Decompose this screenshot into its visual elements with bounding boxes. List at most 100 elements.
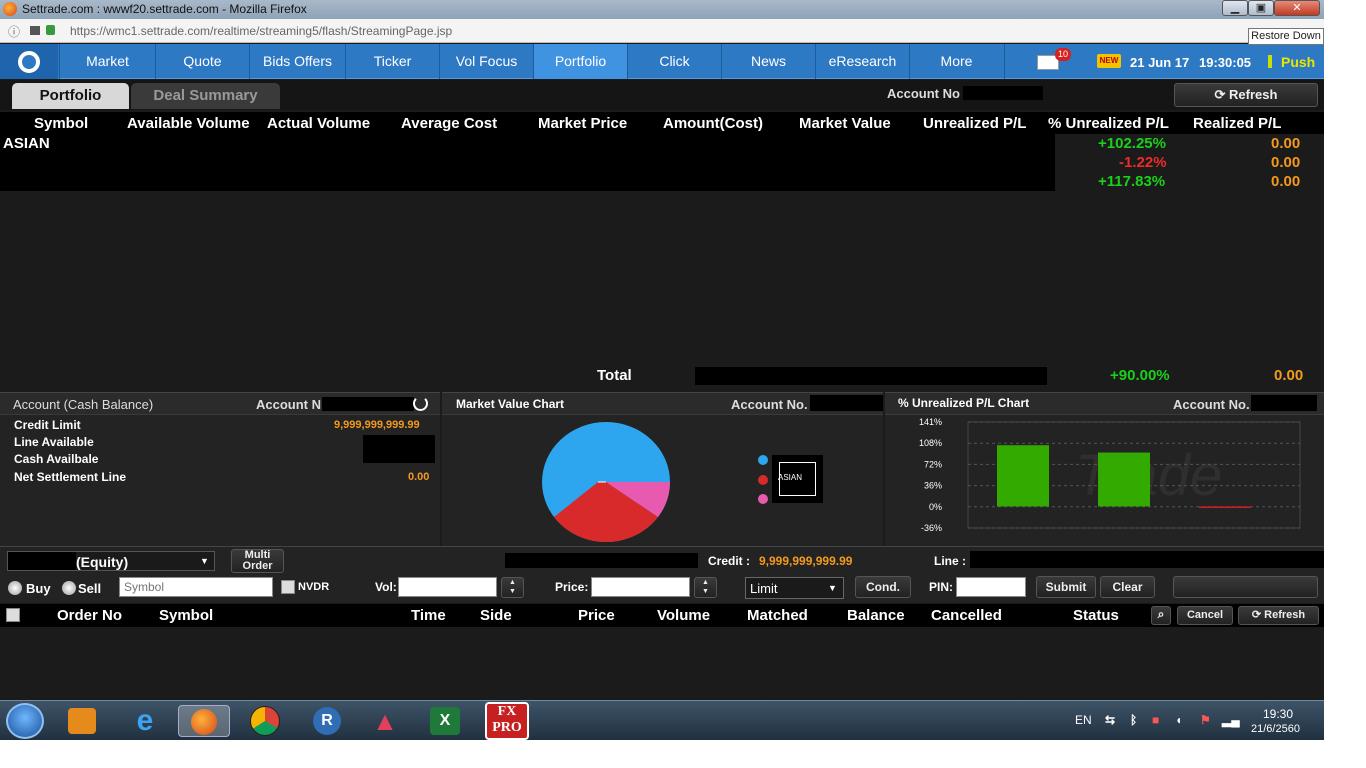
internet-explorer-icon[interactable]: e (128, 705, 162, 737)
total-realized: 0.00 (1274, 367, 1304, 384)
vol-stepper[interactable]: ▲ ▼ (501, 577, 524, 598)
nav-item-quote[interactable]: Quote (155, 44, 249, 79)
info-icon[interactable]: ⓘ (8, 23, 20, 40)
bar[interactable] (997, 445, 1049, 507)
total-label: Total (597, 367, 632, 384)
order-type-select[interactable]: Limit ▼ (745, 577, 844, 599)
column-header[interactable]: Amount(Cost) (663, 115, 763, 132)
order-column-header[interactable]: Volume (657, 607, 710, 624)
total-redacted (695, 367, 1047, 385)
nvdr-checkbox[interactable] (281, 580, 295, 594)
language-indicator[interactable]: EN (1075, 713, 1092, 727)
nav-item-news[interactable]: News (721, 44, 815, 79)
order-column-header[interactable]: Symbol (159, 607, 213, 624)
nav-item-vol-focus[interactable]: Vol Focus (439, 44, 533, 79)
fxpro-icon[interactable]: FX PRO (485, 702, 529, 740)
order-column-header[interactable]: Order No (57, 607, 122, 624)
bar[interactable] (1098, 452, 1150, 507)
column-header[interactable]: Realized P/L (1193, 115, 1281, 132)
firefox-taskbar-icon[interactable] (178, 705, 230, 737)
column-header[interactable]: Symbol (34, 115, 88, 132)
orders-refresh-button[interactable]: ⟳ Refresh (1238, 606, 1319, 625)
bluetooth-icon[interactable]: ᛒ (1130, 713, 1137, 727)
order-column-header[interactable]: Cancelled (931, 607, 1002, 624)
bar[interactable] (1199, 506, 1251, 508)
cash-refresh-icon[interactable] (413, 396, 428, 411)
tab-deal-summary[interactable]: Deal Summary (131, 83, 280, 109)
line-available-redacted (363, 435, 435, 463)
column-header[interactable]: Available Volume (127, 115, 250, 132)
url-text[interactable]: https://wmc1.settrade.com/realtime/strea… (70, 24, 452, 38)
column-header[interactable]: Actual Volume (267, 115, 370, 132)
order-column-header[interactable]: Balance (847, 607, 905, 624)
close-button[interactable]: ✕ (1274, 0, 1320, 16)
portfolio-table-body: ASIAN +102.25% 0.00 -1.22% 0.00 +117.83%… (0, 134, 1324, 390)
mv-chart-header: Market Value Chart Account No. (442, 393, 883, 415)
clear-button[interactable]: Clear (1100, 576, 1155, 598)
pl-bar-chart[interactable]: Trade 141%108%72%36%0%-36% (885, 415, 1324, 545)
cash-balance-panel: Account (Cash Balance) Account N Credit … (0, 392, 440, 546)
table-row[interactable]: ASIAN +102.25% 0.00 (0, 134, 1324, 153)
clock-time[interactable]: 19:30 (1263, 707, 1293, 721)
network-icon[interactable]: ⇆ (1105, 713, 1115, 727)
order-column-header[interactable]: Matched (747, 607, 808, 624)
buy-radio[interactable] (8, 581, 22, 595)
account-select[interactable]: (Equity) ▼ (7, 551, 215, 571)
pin-input[interactable] (956, 577, 1026, 597)
column-header[interactable]: Unrealized P/L (923, 115, 1026, 132)
order-column-header[interactable]: Price (578, 607, 615, 624)
column-header[interactable]: Market Value (799, 115, 891, 132)
price-stepper[interactable]: ▲ ▼ (694, 577, 717, 598)
order-column-header[interactable]: Status (1073, 607, 1119, 624)
push-label[interactable]: Push (1281, 54, 1315, 70)
column-header[interactable]: Average Cost (401, 115, 497, 132)
nav-item-portfolio[interactable]: Portfolio (533, 44, 627, 79)
mail-button[interactable]: 10 (1004, 44, 1088, 79)
clock-date[interactable]: 21/6/2560 (1251, 723, 1300, 735)
nav-item-click[interactable]: Click (627, 44, 721, 79)
restore-button[interactable]: ▣ (1248, 0, 1274, 16)
settrade-logo[interactable] (0, 44, 58, 79)
order-column-header[interactable]: Side (480, 607, 512, 624)
chrome-icon[interactable] (250, 706, 280, 736)
price-input[interactable] (591, 577, 690, 597)
flag-icon[interactable]: ⚑ (1200, 713, 1211, 727)
column-header[interactable]: % Unrealized P/L (1048, 115, 1169, 132)
security-icon[interactable]: ■ (1152, 713, 1159, 727)
nav-item-more[interactable]: More (909, 44, 1003, 79)
symbol-input[interactable] (119, 577, 273, 597)
media-player-icon[interactable] (68, 708, 96, 734)
tab-portfolio[interactable]: Portfolio (12, 83, 129, 109)
sell-label[interactable]: Sell (78, 581, 101, 596)
price-label: Price: (555, 580, 589, 594)
market-value-pie[interactable] (540, 419, 672, 543)
nav-item-eresearch[interactable]: eResearch (815, 44, 909, 79)
nav-item-bids-offers[interactable]: Bids Offers (249, 44, 345, 79)
address-bar[interactable]: ⓘ https://wmc1.settrade.com/realtime/str… (0, 19, 1324, 43)
minimize-button[interactable]: ▁ (1222, 0, 1248, 16)
table-row[interactable]: +117.83% 0.00 (0, 172, 1324, 191)
column-header[interactable]: Market Price (538, 115, 627, 132)
table-row[interactable]: -1.22% 0.00 (0, 153, 1324, 172)
buy-label[interactable]: Buy (26, 581, 51, 596)
nav-item-ticker[interactable]: Ticker (345, 44, 439, 79)
triangle-app-icon[interactable]: ▲ (368, 705, 402, 737)
start-button-icon[interactable] (6, 703, 44, 739)
volume-icon[interactable]: ◖ (1175, 713, 1182, 727)
multi-order-button[interactable]: Multi Order (231, 549, 284, 573)
r-app-icon[interactable]: R (313, 707, 341, 735)
vol-input[interactable] (398, 577, 497, 597)
submit-button[interactable]: Submit (1036, 576, 1096, 598)
excel-icon[interactable]: X (430, 707, 460, 735)
cond-button[interactable]: Cond. (855, 576, 911, 598)
nav-item-market[interactable]: Market (59, 44, 155, 79)
select-all-checkbox[interactable] (6, 608, 20, 622)
order-type-value: Limit (750, 581, 778, 596)
search-icon[interactable]: ⌕ (1151, 606, 1171, 625)
portfolio-refresh-button[interactable]: ⟳ Refresh (1174, 83, 1318, 107)
sell-radio[interactable] (62, 581, 76, 595)
cancel-orders-button[interactable]: Cancel (1177, 606, 1233, 625)
new-badge[interactable]: NEW (1097, 54, 1121, 68)
signal-icon[interactable]: ▂▄ (1222, 713, 1240, 727)
order-column-header[interactable]: Time (411, 607, 446, 624)
